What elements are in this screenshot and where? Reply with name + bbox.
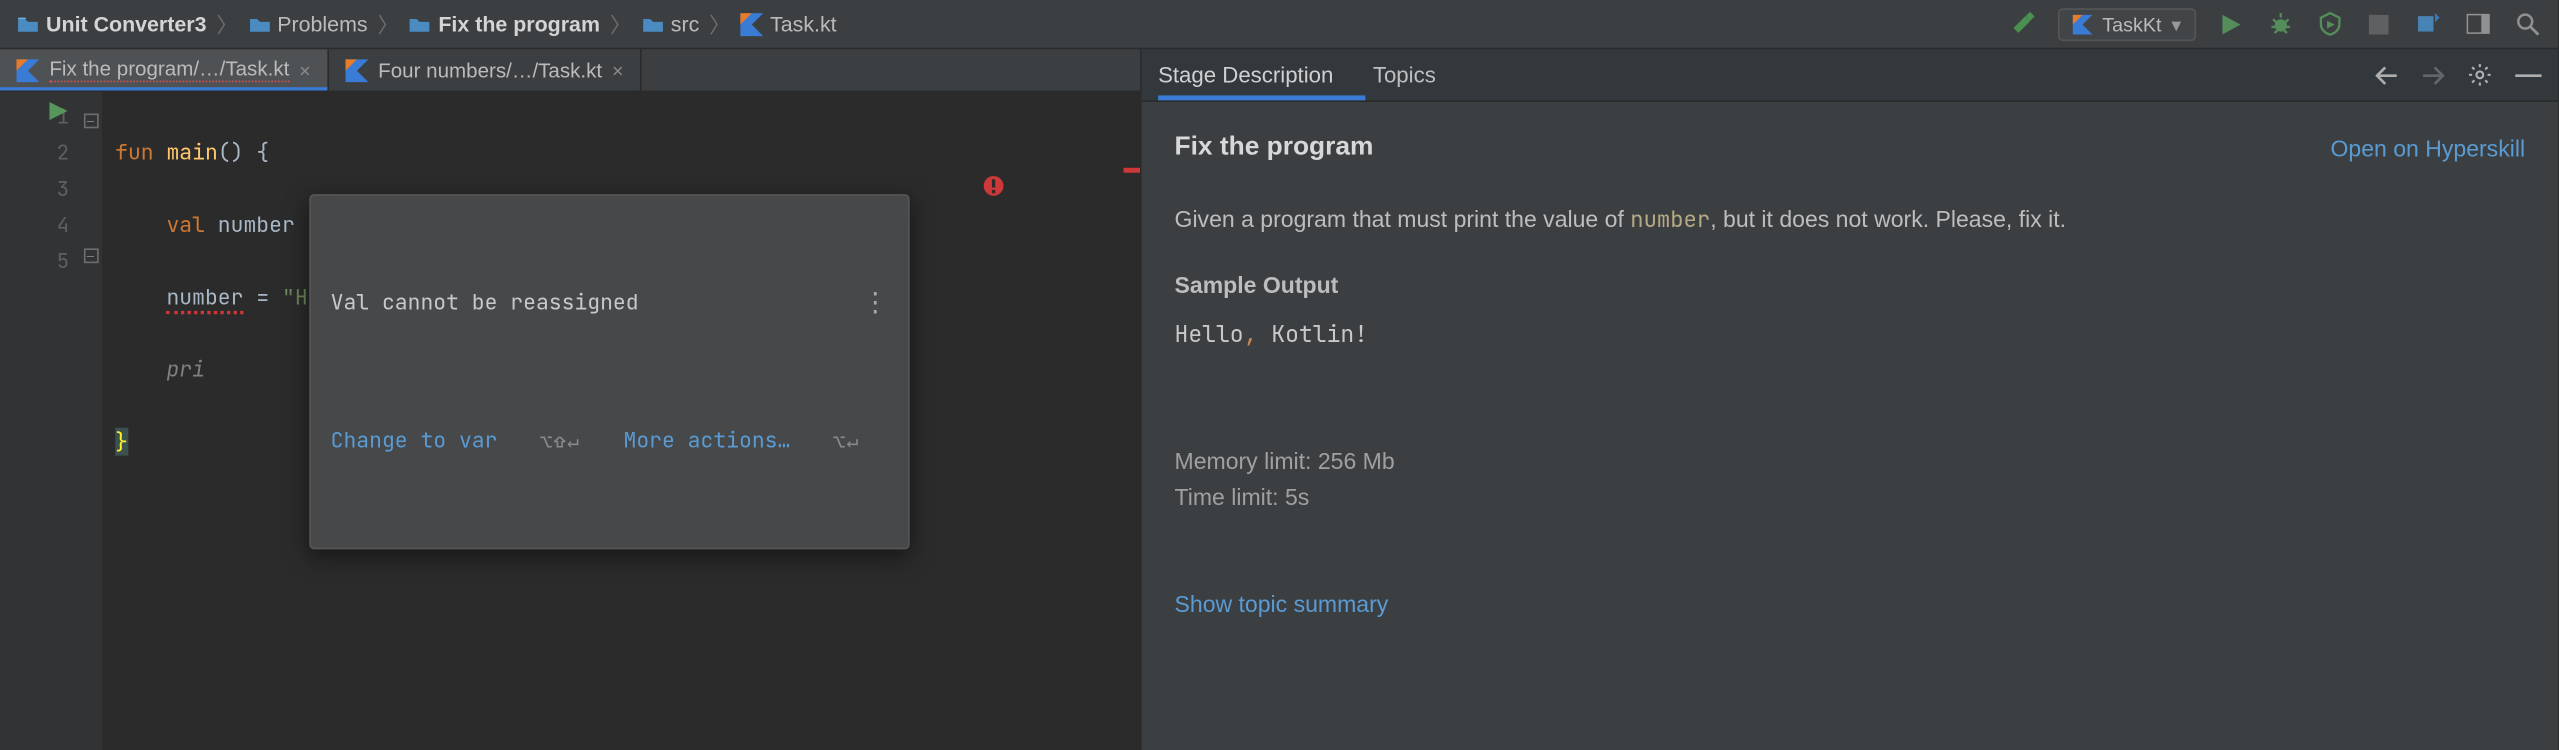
code-area[interactable]: fun main() { val number = "Hello, World!…: [102, 92, 1140, 750]
code-token: =: [243, 283, 282, 311]
error-indicator-icon[interactable]: [983, 102, 1137, 270]
intention-popup: Val cannot be reassigned ⋮ Change to var…: [309, 194, 909, 549]
line-number: 5: [0, 243, 69, 279]
task-limits: Memory limit: 256 Mb Time limit: 5s: [1175, 444, 2526, 515]
sample-output-text: Hello: [1175, 321, 1244, 351]
breadcrumb-project[interactable]: Unit Converter3: [10, 8, 213, 39]
task-title: Fix the program: [1175, 128, 1374, 169]
search-everywhere-icon[interactable]: [2512, 9, 2542, 39]
run-config-label: TaskKt: [2102, 12, 2161, 35]
code-token: }: [115, 428, 128, 456]
close-icon[interactable]: ×: [612, 58, 624, 81]
folder-icon: [248, 14, 271, 34]
tab-topics[interactable]: Topics: [1373, 49, 1436, 100]
fold-toggle-icon[interactable]: –: [83, 114, 98, 129]
fold-toggle-icon[interactable]: –: [83, 248, 98, 263]
chevron-down-icon: ▾: [2171, 12, 2181, 35]
run-configuration-dropdown[interactable]: TaskKt ▾: [2058, 7, 2196, 40]
code-token: main: [166, 138, 217, 166]
line-number: 4: [0, 207, 69, 243]
code-token: val: [166, 211, 217, 239]
tab-stage-description[interactable]: Stage Description: [1158, 49, 1333, 100]
side-tabs: Stage Description Topics —: [1142, 49, 2558, 102]
breadcrumb-file[interactable]: Task.kt: [734, 8, 843, 39]
code-token: fun: [115, 138, 166, 166]
folder-icon: [641, 14, 664, 34]
editor-tab-label: Fix the program/…/Task.kt: [49, 58, 289, 83]
shortcut-label: ⌥↵: [833, 423, 860, 459]
breadcrumb-label: Fix the program: [438, 12, 600, 37]
editor-pane: Fix the program/…/Task.kt × Four numbers…: [0, 49, 1142, 750]
editor-gutter: 1 2 3 4 5: [0, 92, 79, 750]
breadcrumb-item[interactable]: Problems: [241, 8, 374, 39]
back-icon[interactable]: [2375, 65, 2398, 85]
kotlin-icon: [2073, 14, 2093, 34]
show-topic-summary-link[interactable]: Show topic summary: [1175, 588, 1389, 624]
folder-icon: [409, 14, 432, 34]
sample-output-text: Kotlin!: [1257, 321, 1368, 351]
code-token: () {: [218, 138, 269, 166]
run-gutter-icon[interactable]: [49, 102, 67, 120]
memory-limit: Memory limit: 256 Mb: [1175, 444, 2526, 480]
navigation-bar: Unit Converter3 〉 Problems 〉 Fix the pro…: [0, 0, 2558, 49]
editor-tabs: Fix the program/…/Task.kt × Four numbers…: [0, 49, 1140, 92]
editor-tab[interactable]: Four numbers/…/Task.kt ×: [329, 49, 642, 90]
folder-icon: [16, 14, 39, 34]
breadcrumb-item[interactable]: src: [635, 8, 706, 39]
chevron-right-icon: 〉: [610, 8, 631, 39]
code-inline: number: [1630, 205, 1710, 235]
kotlin-file-icon: [740, 12, 763, 35]
quickfix-change-to-var[interactable]: Change to var: [331, 423, 498, 459]
shortcut-label: ⌥⇧↵: [540, 423, 581, 459]
update-project-icon[interactable]: [2413, 9, 2443, 39]
forward-icon[interactable]: [2421, 65, 2444, 85]
kotlin-file-icon: [345, 58, 368, 81]
code-error-token: number: [166, 283, 243, 314]
toolbar-right: TaskKt ▾: [2008, 7, 2548, 40]
more-vert-icon[interactable]: ⋮: [862, 285, 888, 321]
open-on-hyperskill-link[interactable]: Open on Hyperskill: [2331, 131, 2526, 167]
popup-title: Val cannot be reassigned: [331, 285, 639, 321]
kotlin-file-icon: [16, 58, 39, 81]
sample-output: Hello, Kotlin!: [1175, 320, 2526, 356]
editor-tab-label: Four numbers/…/Task.kt: [378, 58, 602, 81]
time-limit: Time limit: 5s: [1175, 480, 2526, 516]
chevron-right-icon: 〉: [377, 8, 398, 39]
sample-output-text: ,: [1244, 321, 1258, 351]
editor-tab-active[interactable]: Fix the program/…/Task.kt ×: [0, 49, 329, 90]
task-text: Given a program that must print the valu…: [1175, 205, 1631, 231]
gear-icon[interactable]: [2468, 63, 2493, 88]
editor-body[interactable]: 1 2 3 4 5 – – fun main() { val number = …: [0, 92, 1140, 750]
line-number: 2: [0, 135, 69, 171]
code-token: pri: [166, 355, 205, 383]
chevron-right-icon: 〉: [709, 8, 730, 39]
chevron-right-icon: 〉: [216, 8, 237, 39]
debug-icon[interactable]: [2265, 9, 2295, 39]
hide-panel-icon[interactable]: —: [2515, 60, 2541, 90]
line-number: 3: [0, 171, 69, 207]
task-description-pane: Stage Description Topics —: [1142, 49, 2558, 750]
breadcrumb-label: Task.kt: [770, 12, 837, 37]
code-token: number: [218, 211, 295, 239]
run-coverage-icon[interactable]: [2315, 9, 2345, 39]
side-tab-label: Stage Description: [1158, 63, 1333, 88]
layout-icon[interactable]: [2463, 9, 2493, 39]
breadcrumb: Unit Converter3 〉 Problems 〉 Fix the pro…: [10, 8, 2009, 39]
breadcrumb-label: Problems: [277, 12, 367, 37]
build-hammer-icon[interactable]: [2008, 9, 2038, 39]
quickfix-more-actions[interactable]: More actions…: [624, 423, 791, 459]
task-text: , but it does not work. Please, fix it.: [1710, 205, 2066, 231]
side-tab-label: Topics: [1373, 63, 1436, 88]
task-description-body: Fix the program Open on Hyperskill Given…: [1142, 102, 2558, 650]
breadcrumb-project-label: Unit Converter3: [46, 12, 206, 37]
breadcrumb-label: src: [671, 12, 700, 37]
run-icon[interactable]: [2216, 9, 2246, 39]
breadcrumb-item[interactable]: Fix the program: [402, 8, 606, 39]
sample-output-heading: Sample Output: [1175, 268, 2526, 304]
fold-column: – –: [79, 92, 102, 750]
close-icon[interactable]: ×: [299, 58, 311, 81]
stop-icon[interactable]: [2364, 9, 2394, 39]
error-stripe-marker[interactable]: [1124, 168, 1140, 173]
task-paragraph: Given a program that must print the valu…: [1175, 202, 2526, 238]
